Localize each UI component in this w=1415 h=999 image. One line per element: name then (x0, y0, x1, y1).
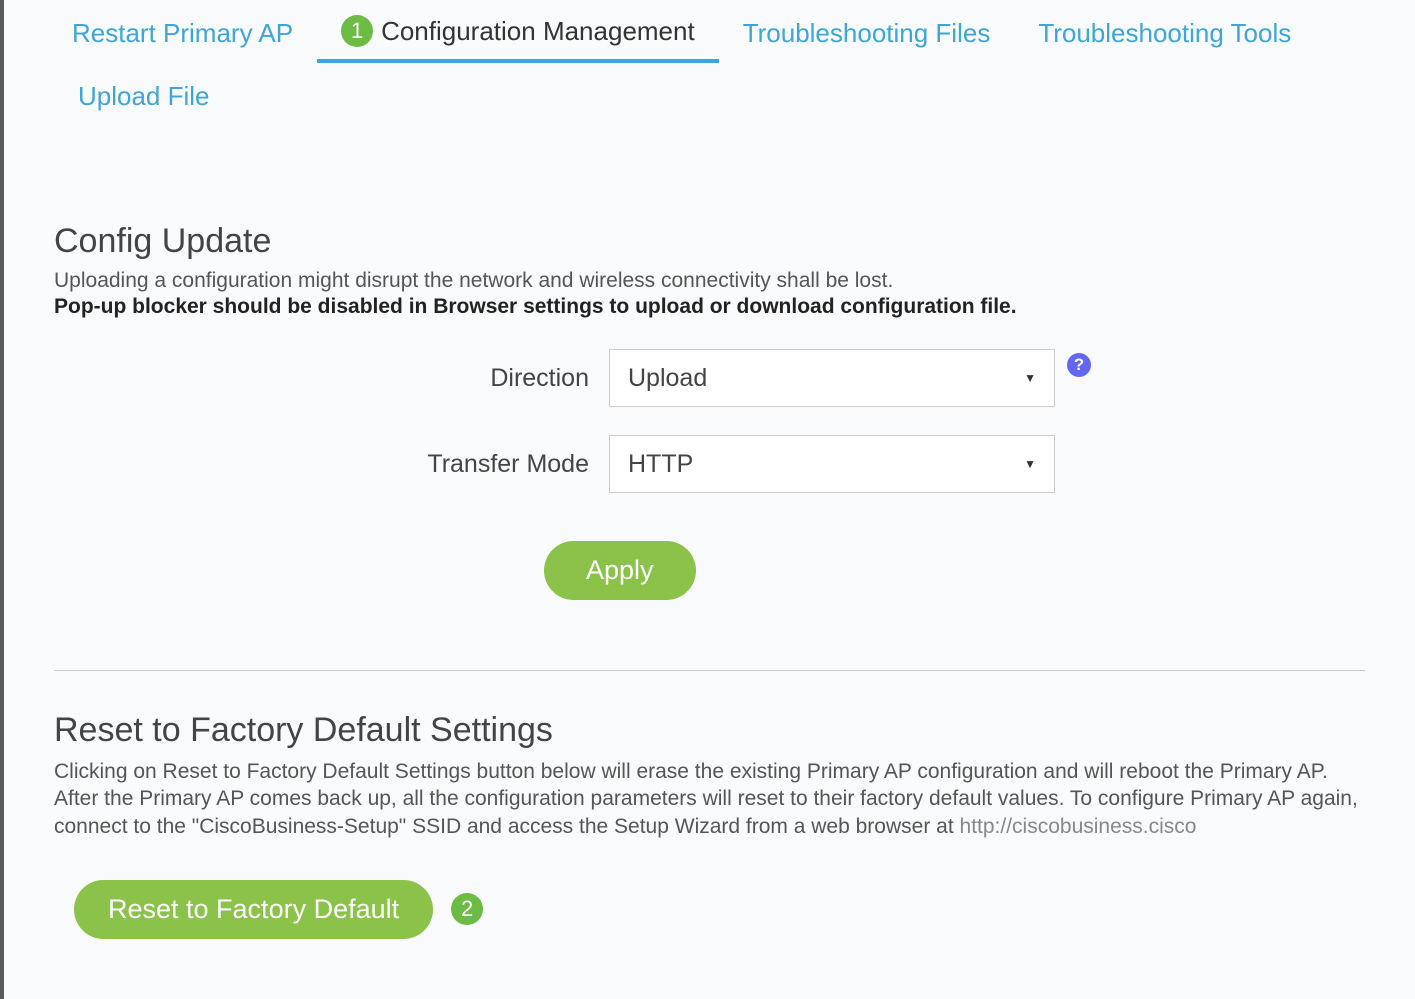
transfer-mode-value: HTTP (628, 450, 693, 479)
direction-value: Upload (628, 364, 707, 393)
tab-bar: Restart Primary AP 1 Configuration Manag… (54, 15, 1365, 142)
tab-label: Troubleshooting Files (743, 18, 991, 49)
step-badge-icon: 2 (451, 893, 483, 925)
step-badge-icon: 1 (341, 15, 373, 47)
tab-troubleshooting-files[interactable]: Troubleshooting Files (719, 15, 1015, 63)
transfer-mode-row: Transfer Mode HTTP ▼ (54, 435, 1365, 493)
divider (54, 670, 1365, 671)
tab-upload-file[interactable]: Upload File (54, 81, 234, 124)
transfer-mode-label: Transfer Mode (54, 450, 609, 479)
reset-action-row: Reset to Factory Default 2 (54, 880, 1365, 939)
tab-restart-primary-ap[interactable]: Restart Primary AP (54, 15, 317, 63)
config-update-warning: Pop-up blocker should be disabled in Bro… (54, 295, 1365, 319)
reset-to-factory-default-button[interactable]: Reset to Factory Default (74, 880, 433, 939)
direction-label: Direction (54, 364, 609, 393)
help-icon[interactable]: ? (1067, 353, 1091, 377)
tab-troubleshooting-tools[interactable]: Troubleshooting Tools (1014, 15, 1315, 63)
config-update-title: Config Update (54, 222, 1365, 261)
reset-desc-link[interactable]: http://ciscobusiness.cisco (960, 815, 1197, 838)
tab-label: Upload File (78, 81, 210, 112)
tab-label: Restart Primary AP (72, 18, 293, 49)
transfer-mode-select[interactable]: HTTP ▼ (609, 435, 1055, 493)
tab-configuration-management[interactable]: 1 Configuration Management (317, 15, 719, 63)
reset-title: Reset to Factory Default Settings (54, 711, 1365, 750)
tab-label: Configuration Management (381, 16, 695, 47)
tab-label: Troubleshooting Tools (1038, 18, 1291, 49)
reset-description: Clicking on Reset to Factory Default Set… (54, 758, 1365, 840)
direction-row: Direction Upload ▼ ? (54, 349, 1365, 407)
config-update-desc: Uploading a configuration might disrupt … (54, 269, 1365, 293)
apply-button[interactable]: Apply (544, 541, 696, 600)
chevron-down-icon: ▼ (1024, 371, 1036, 385)
chevron-down-icon: ▼ (1024, 457, 1036, 471)
direction-select[interactable]: Upload ▼ (609, 349, 1055, 407)
